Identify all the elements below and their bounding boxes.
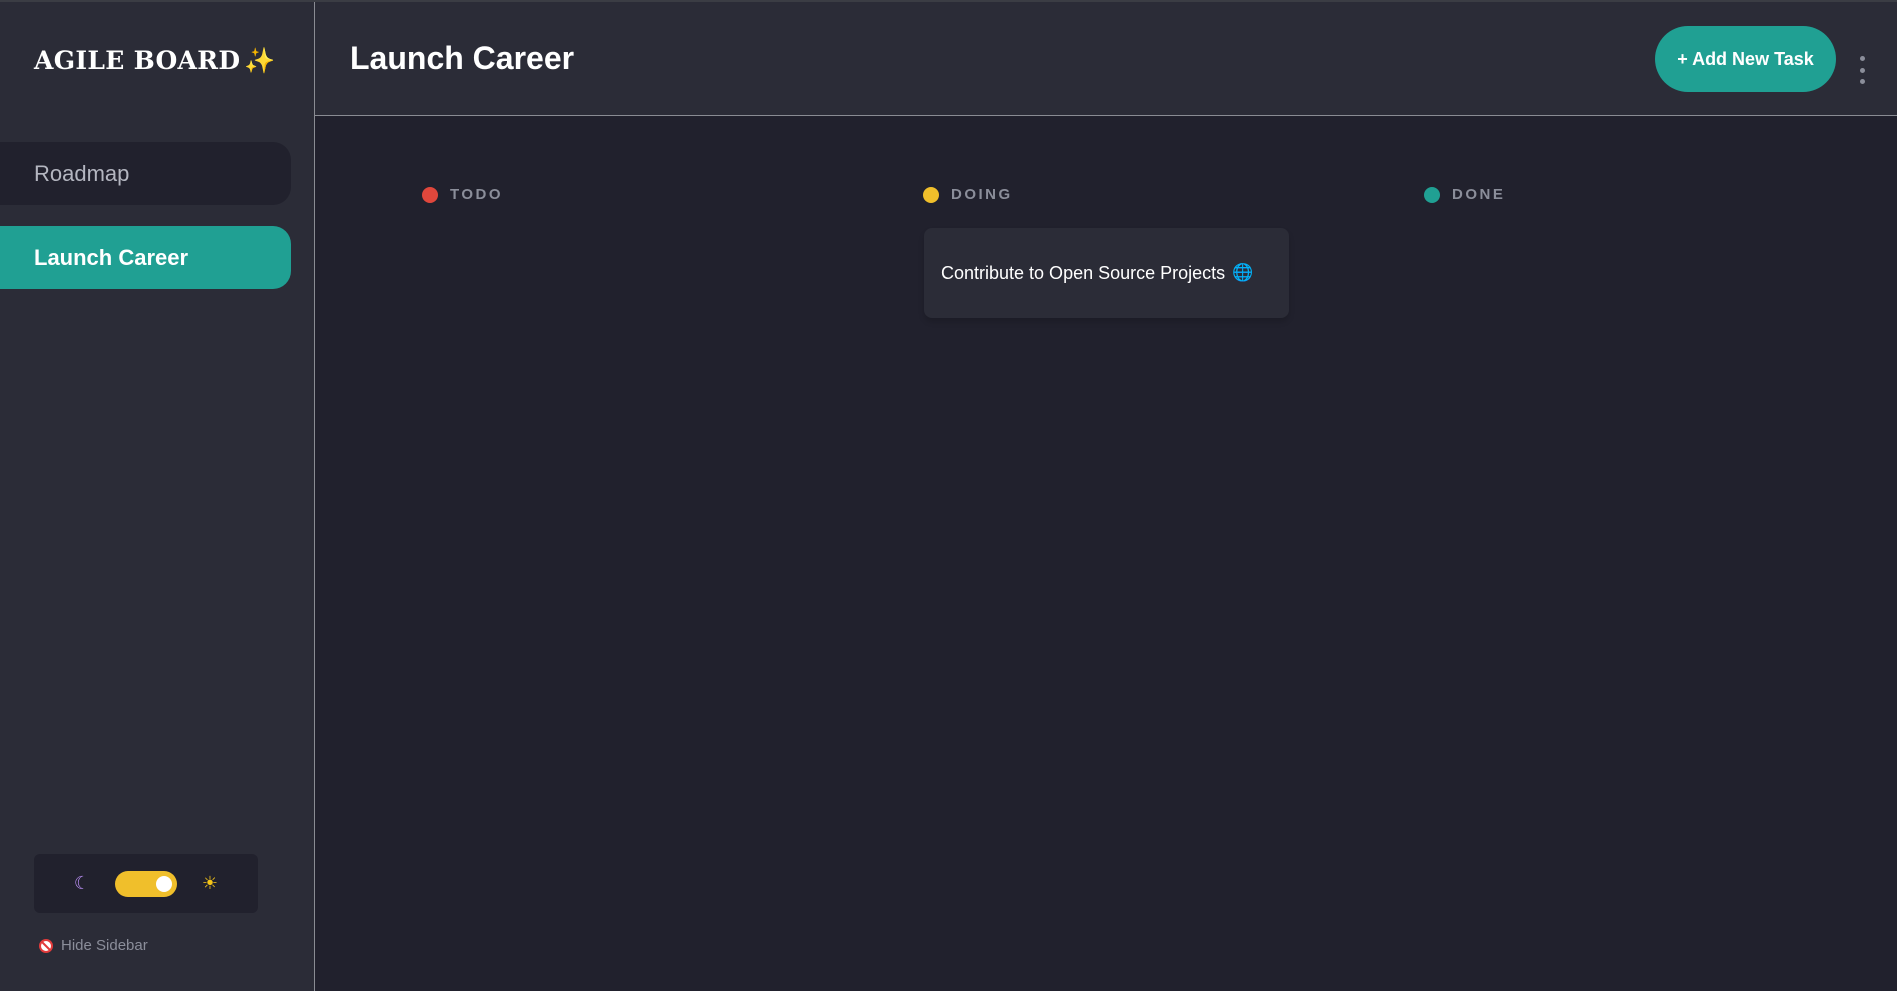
hide-sidebar-label: Hide Sidebar <box>61 937 148 954</box>
moon-icon: ☾ <box>73 873 91 894</box>
add-new-task-button[interactable]: + Add New Task <box>1655 26 1836 92</box>
sidebar-item-label: Roadmap <box>34 160 130 186</box>
done-status-dot <box>1424 186 1440 203</box>
hide-icon <box>39 938 53 953</box>
column-header-done: DONE <box>1424 186 1505 203</box>
page-title: Launch Career <box>350 40 575 76</box>
globe-icon: 🌐 <box>1232 263 1254 283</box>
sidebar-item-launch-career[interactable]: Launch Career <box>0 226 291 289</box>
column-name: TODO <box>450 186 504 203</box>
task-title: Contribute to Open Source Projects <box>941 262 1226 283</box>
column-header-todo: TODO <box>422 186 503 203</box>
column-name: DOING <box>951 186 1013 203</box>
sun-icon: ☀ <box>201 873 219 894</box>
todo-status-dot <box>422 186 438 203</box>
app-root: AGILE BOARD ✨ Roadmap Launch Career ☾ ☀ H… <box>0 0 1897 991</box>
sparkles-icon: ✨ <box>244 46 276 75</box>
theme-switcher: ☾ ☀ <box>34 854 258 913</box>
column-header-doing: DOING <box>923 186 1013 203</box>
toggle-knob <box>156 875 172 892</box>
more-options-icon[interactable] <box>1857 56 1867 84</box>
header: Launch Career + Add New Task <box>315 2 1897 116</box>
doing-status-dot <box>923 186 939 203</box>
task-card[interactable]: Contribute to Open Source Projects 🌐 <box>924 228 1289 318</box>
sidebar: AGILE BOARD ✨ Roadmap Launch Career ☾ ☀ H… <box>0 2 315 991</box>
sidebar-item-roadmap[interactable]: Roadmap <box>0 142 291 205</box>
brand-title: AGILE BOARD <box>34 46 241 75</box>
hide-sidebar-button[interactable]: Hide Sidebar <box>39 937 148 954</box>
sidebar-item-label: Launch Career <box>34 244 189 270</box>
brand-logo: AGILE BOARD ✨ <box>34 46 276 76</box>
column-name: DONE <box>1452 186 1506 203</box>
theme-toggle[interactable] <box>115 870 177 897</box>
